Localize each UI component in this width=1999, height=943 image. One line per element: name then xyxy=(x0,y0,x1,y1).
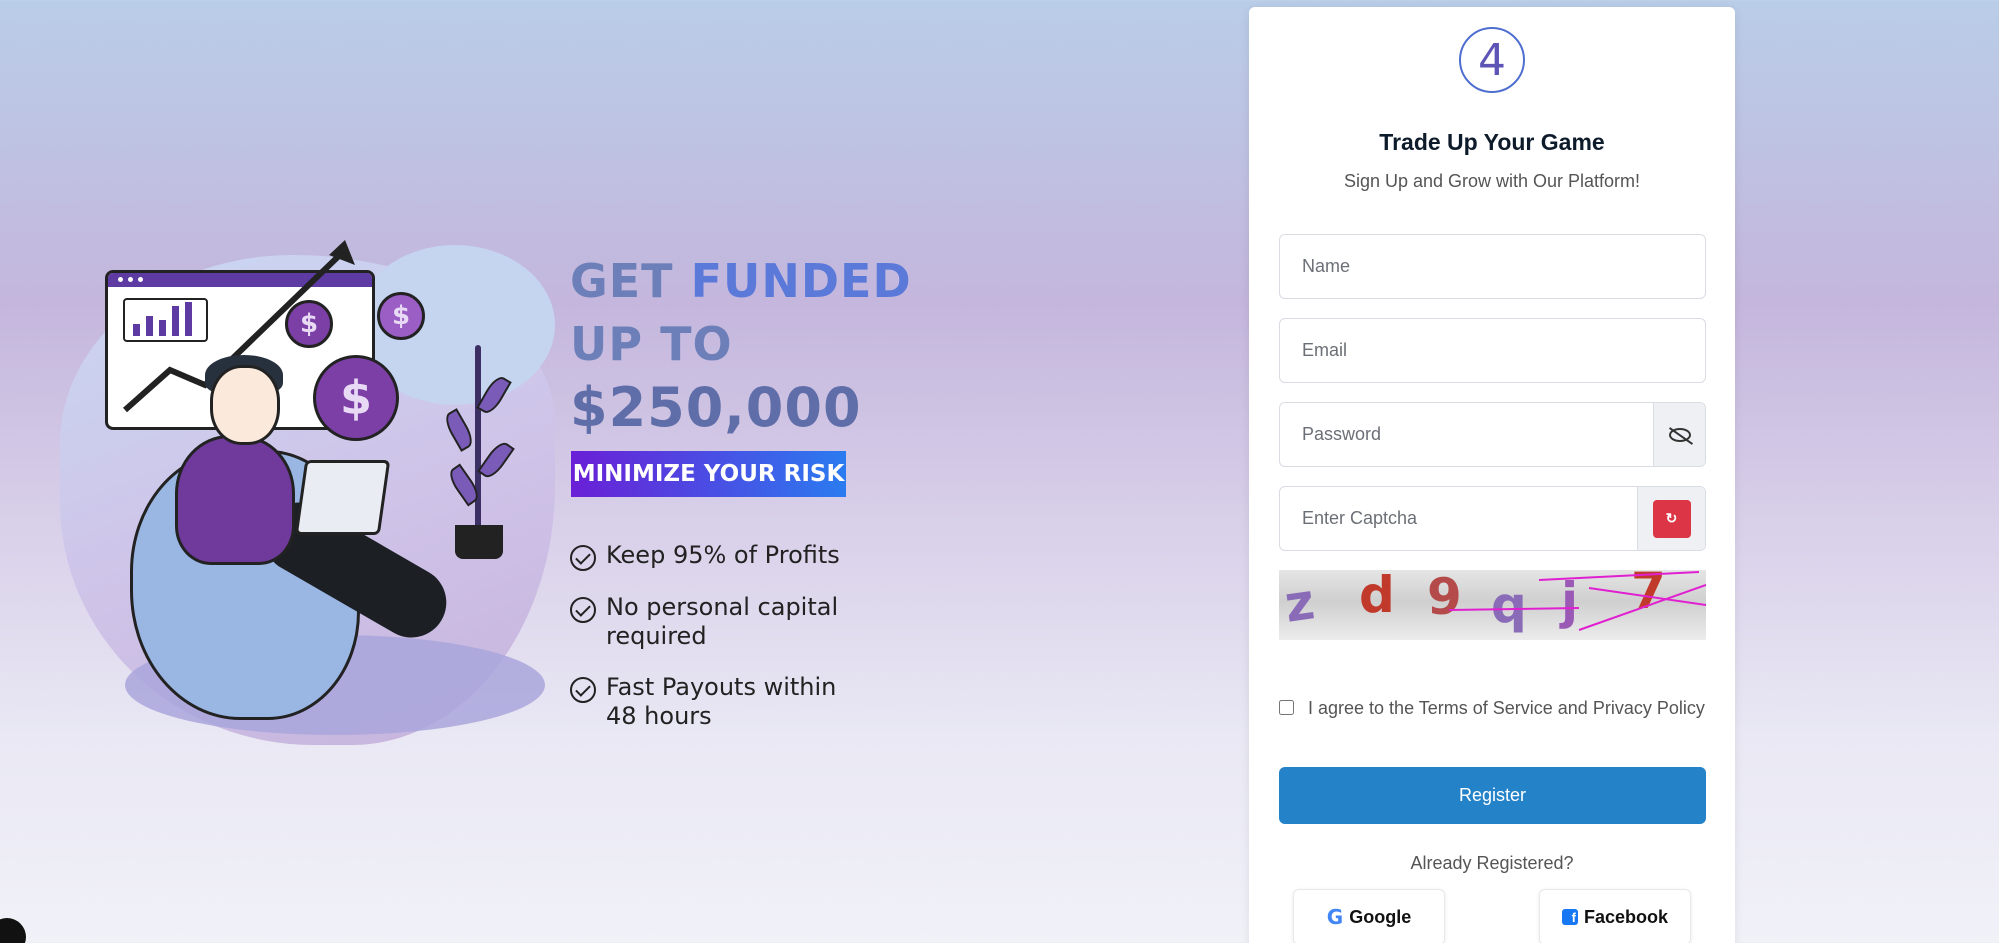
password-input[interactable] xyxy=(1280,403,1653,466)
form-title: Trade Up Your Game xyxy=(1379,129,1605,155)
register-button[interactable]: Register xyxy=(1279,767,1706,824)
captcha-image: z d 9 q j 7 xyxy=(1279,570,1706,640)
password-toggle-button[interactable] xyxy=(1653,403,1705,466)
name-input[interactable] xyxy=(1280,235,1705,298)
terms-checkbox[interactable] xyxy=(1279,700,1294,715)
funding-amount: $250,000 xyxy=(570,376,862,439)
risk-banner: MINIMIZE YOUR RISK xyxy=(571,451,846,497)
google-icon: G xyxy=(1326,905,1344,929)
logo-icon: 4 xyxy=(1459,27,1525,93)
name-field xyxy=(1279,234,1706,299)
eye-slash-icon xyxy=(1668,427,1691,442)
form-subtitle: Sign Up and Grow with Our Platform! xyxy=(1343,171,1641,191)
already-registered-link[interactable]: Already Registered? xyxy=(1249,853,1735,874)
email-input[interactable] xyxy=(1280,319,1705,382)
feature-item: Keep 95% of Profits xyxy=(570,541,870,571)
terms-text: I agree to the Terms of Service and Priv… xyxy=(1308,698,1705,718)
facebook-icon: f xyxy=(1561,909,1578,925)
captcha-field: ↻ xyxy=(1279,486,1706,551)
feature-item: Fast Payouts within 48 hours xyxy=(570,673,870,731)
floating-action-button[interactable] xyxy=(0,918,26,943)
google-signin-button[interactable]: G Google xyxy=(1293,889,1445,943)
feature-item: No personal capital required xyxy=(570,593,870,651)
laptop-graphic xyxy=(294,460,391,535)
captcha-input[interactable] xyxy=(1280,487,1637,550)
password-field xyxy=(1279,402,1706,467)
check-circle-icon xyxy=(570,677,596,703)
plant-graphic xyxy=(475,345,481,530)
coin-graphic: $ xyxy=(285,300,333,348)
coin-graphic: $ xyxy=(377,292,425,340)
check-circle-icon xyxy=(570,545,596,571)
person-graphic xyxy=(175,435,295,565)
coin-graphic: $ xyxy=(313,355,399,441)
email-field xyxy=(1279,318,1706,383)
captcha-refresh-button[interactable]: ↻ xyxy=(1652,499,1691,538)
feature-list: Keep 95% of Profits No personal capital … xyxy=(570,541,870,753)
facebook-signin-button[interactable]: f Facebook xyxy=(1539,889,1691,943)
registration-card: 4 Trade Up Your Game Sign Up and Grow wi… xyxy=(1249,7,1735,943)
hero-headline: GET FUNDED UP TO $250,000 xyxy=(570,254,912,439)
refresh-icon: ↻ xyxy=(1665,510,1678,526)
terms-agreement: I agree to the Terms of Service and Priv… xyxy=(1279,693,1706,723)
check-circle-icon xyxy=(570,597,596,623)
